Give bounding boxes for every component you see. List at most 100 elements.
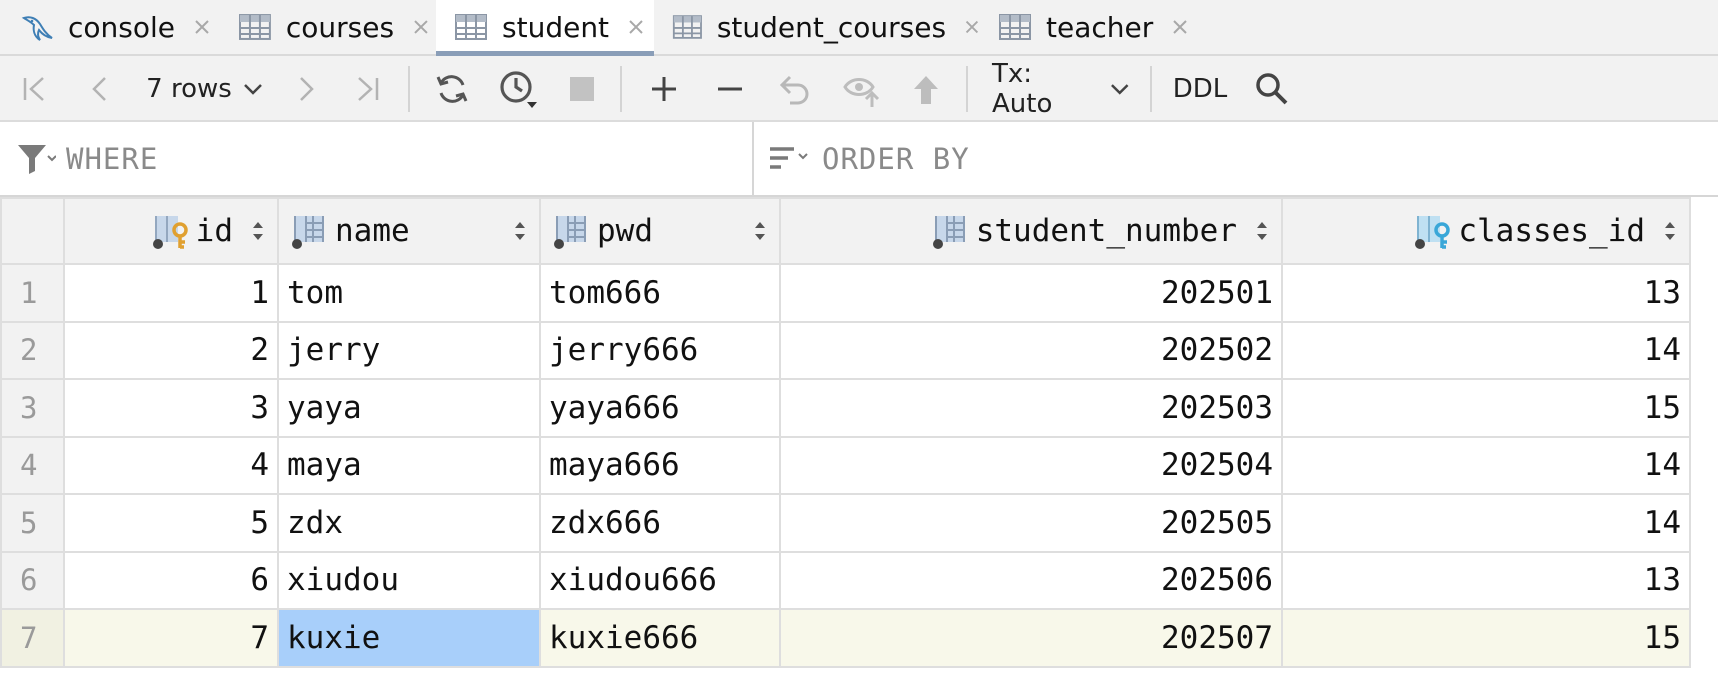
cell-pwd[interactable]: maya666 [539, 435, 781, 495]
cell-student-number[interactable]: 202503 [779, 378, 1283, 438]
cell-name[interactable]: xiudou [277, 550, 541, 610]
minus-icon [718, 87, 742, 91]
add-row-button[interactable] [642, 56, 686, 122]
cell-id[interactable]: 6 [63, 550, 279, 610]
table-row[interactable]: 3 3 yaya yaya666 202503 15 [0, 378, 1691, 438]
tab-label: student_courses [716, 10, 947, 44]
table-row[interactable]: 1 1 tom tom666 202501 13 [0, 263, 1691, 323]
table-row[interactable]: 4 4 maya maya666 202504 14 [0, 435, 1691, 495]
ddl-button[interactable]: DDL [1168, 56, 1232, 122]
row-number[interactable]: 4 [0, 435, 65, 495]
cell-id[interactable]: 1 [63, 263, 279, 323]
search-button[interactable] [1250, 56, 1294, 122]
cell-classes-id[interactable]: 15 [1281, 608, 1691, 668]
cell-student-number[interactable]: 202502 [779, 320, 1283, 380]
column-header-student-number[interactable]: student_number [779, 197, 1283, 265]
reload-button[interactable] [430, 56, 474, 122]
cell-classes-id[interactable]: 14 [1281, 320, 1691, 380]
cell-student-number[interactable]: 202505 [779, 493, 1283, 553]
cell-pwd[interactable]: jerry666 [539, 320, 781, 380]
column-header-classes-id[interactable]: classes_id [1281, 197, 1691, 265]
row-number[interactable]: 6 [0, 550, 65, 610]
table-row[interactable]: 7 7 kuxie kuxie666 202507 15 [0, 608, 1691, 668]
preview-changes-button[interactable] [838, 56, 886, 122]
cell-id[interactable]: 2 [63, 320, 279, 380]
column-header-name[interactable]: name [277, 197, 541, 265]
cell-pwd[interactable]: yaya666 [539, 378, 781, 438]
cell-student-number[interactable]: 202501 [779, 263, 1283, 323]
row-number[interactable]: 1 [0, 263, 65, 323]
delete-row-button[interactable] [708, 56, 752, 122]
close-icon[interactable] [410, 16, 432, 38]
cell-id[interactable]: 4 [63, 435, 279, 495]
mysql-dolphin-icon [21, 16, 53, 41]
cell-id[interactable]: 5 [63, 493, 279, 553]
tab-label: teacher [1046, 10, 1154, 44]
cell-name[interactable]: kuxie [277, 608, 541, 668]
tab-student[interactable]: student [436, 0, 654, 56]
cell-name[interactable]: zdx [277, 493, 541, 553]
cell-classes-id[interactable]: 14 [1281, 435, 1691, 495]
chevron-down-icon [1110, 84, 1128, 95]
last-page-button[interactable] [348, 56, 388, 122]
cell-classes-id[interactable]: 14 [1281, 493, 1691, 553]
row-number[interactable]: 7 [0, 608, 65, 668]
sort-icon[interactable] [251, 219, 265, 243]
where-filter-input[interactable]: WHERE [16, 122, 746, 195]
cell-student-number[interactable]: 202504 [779, 435, 1283, 495]
cell-classes-id[interactable]: 15 [1281, 378, 1691, 438]
table-row[interactable]: 6 6 xiudou xiudou666 202506 13 [0, 550, 1691, 610]
tab-teacher[interactable]: teacher [998, 0, 1198, 54]
column-icon [554, 216, 586, 249]
cell-pwd[interactable]: tom666 [539, 263, 781, 323]
close-icon[interactable] [625, 16, 647, 38]
cell-classes-id[interactable]: 13 [1281, 263, 1691, 323]
row-number[interactable]: 3 [0, 378, 65, 438]
data-grid: id name pwd student_number classes_id 1 … [0, 197, 1691, 668]
column-name: name [335, 213, 410, 249]
tab-console[interactable]: console [20, 0, 236, 54]
column-icon [932, 216, 965, 249]
cell-id[interactable]: 3 [63, 378, 279, 438]
previous-page-button[interactable] [80, 56, 120, 122]
query-history-button[interactable] [494, 56, 542, 122]
row-number[interactable]: 2 [0, 320, 65, 380]
grid-body: 1 1 tom tom666 202501 13 2 2 jerry jerry666 202502… [0, 263, 1691, 668]
cell-pwd[interactable]: zdx666 [539, 493, 781, 553]
sort-icon[interactable] [1663, 219, 1677, 243]
cancel-query-button[interactable] [560, 56, 604, 122]
cell-id[interactable]: 7 [63, 608, 279, 668]
cell-classes-id[interactable]: 13 [1281, 550, 1691, 610]
close-icon[interactable] [1169, 16, 1191, 38]
submit-button[interactable] [904, 56, 948, 122]
cell-student-number[interactable]: 202506 [779, 550, 1283, 610]
tab-student-courses[interactable]: student_courses [672, 0, 982, 54]
close-icon[interactable] [962, 16, 982, 38]
cell-name[interactable]: yaya [277, 378, 541, 438]
cell-student-number[interactable]: 202507 [779, 608, 1283, 668]
cell-pwd[interactable]: xiudou666 [539, 550, 781, 610]
table-row[interactable]: 2 2 jerry jerry666 202502 14 [0, 320, 1691, 380]
column-header-id[interactable]: id [63, 197, 279, 265]
close-icon[interactable] [191, 16, 213, 38]
tab-courses[interactable]: courses [238, 0, 432, 54]
column-header-pwd[interactable]: pwd [539, 197, 781, 265]
transaction-mode-dropdown[interactable]: Tx: Auto [992, 56, 1132, 122]
table-row[interactable]: 5 5 zdx zdx666 202505 14 [0, 493, 1691, 553]
cell-pwd[interactable]: kuxie666 [539, 608, 781, 668]
row-number[interactable]: 5 [0, 493, 65, 553]
next-page-button[interactable] [286, 56, 326, 122]
cell-name[interactable]: jerry [277, 320, 541, 380]
first-page-button[interactable] [14, 56, 54, 122]
sort-icon[interactable] [1255, 219, 1269, 243]
page-size-dropdown[interactable]: 7 rows [146, 56, 266, 122]
revert-button[interactable] [772, 56, 816, 122]
order-by-input[interactable]: ORDER BY [768, 122, 1698, 195]
cell-name[interactable]: tom [277, 263, 541, 323]
result-toolbar: 7 rows Tx: Auto DDL [0, 56, 1718, 122]
sort-icon[interactable] [513, 219, 527, 243]
column-name: id [195, 213, 233, 249]
first-page-icon [23, 77, 44, 101]
cell-name[interactable]: maya [277, 435, 541, 495]
sort-icon[interactable] [753, 219, 767, 243]
